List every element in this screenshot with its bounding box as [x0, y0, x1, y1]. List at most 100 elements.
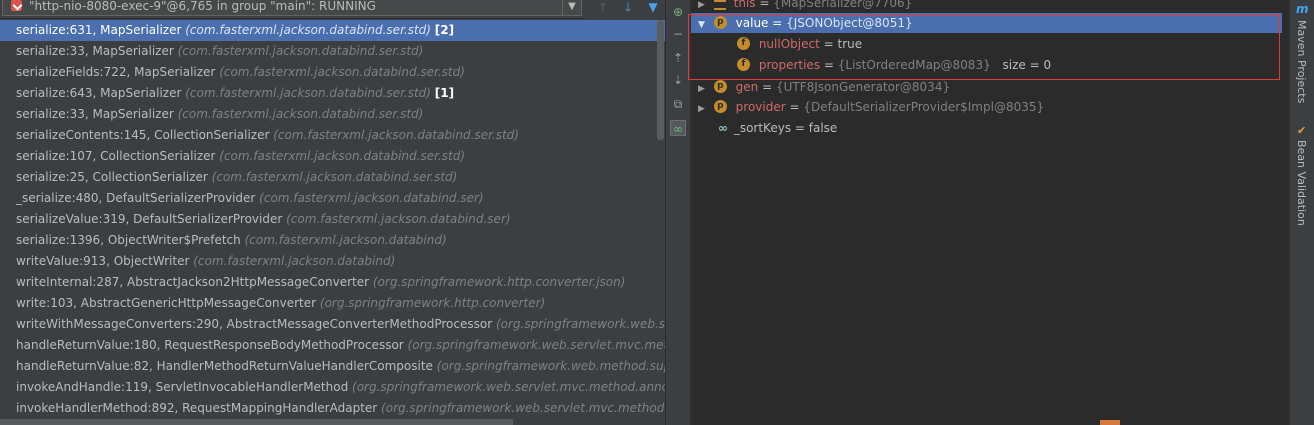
- watch-icon: ∞: [718, 121, 728, 135]
- frame-method: serialize:25, CollectionSerializer: [16, 170, 208, 184]
- bean-validation-tab[interactable]: Bean Validation: [1295, 140, 1308, 226]
- bean-validation-icon: ✔: [1297, 124, 1307, 137]
- chevron-down-icon[interactable]: ▼: [562, 0, 581, 15]
- frame-package: (org.springframework.http.converter): [319, 296, 546, 310]
- variable-name: this: [733, 0, 756, 10]
- frame-package: (org.springframework.web.servlet.mvc.met…: [407, 338, 665, 352]
- minus-icon[interactable]: −: [670, 26, 686, 42]
- frame-method: serializeFields:722, MapSerializer: [16, 65, 216, 79]
- frame-method: invokeAndHandle:119, ServletInvocableHan…: [16, 380, 349, 394]
- stack-frame-row[interactable]: serialize:25, CollectionSerializer (com.…: [0, 167, 665, 188]
- frame-method: serializeValue:319, DefaultSerializerPro…: [16, 212, 283, 226]
- frame-method: serialize:33, MapSerializer: [16, 107, 174, 121]
- stack-frame-row[interactable]: _serialize:480, DefaultSerializerProvide…: [0, 188, 665, 209]
- stack-frame-row[interactable]: writeValue:913, ObjectWriter (com.faster…: [0, 251, 665, 272]
- frame-package: (com.fasterxml.jackson.databind): [193, 254, 396, 268]
- frame-package: (com.fasterxml.jackson.databind): [244, 233, 447, 247]
- filter-icon[interactable]: ▼: [645, 0, 661, 16]
- stack-frame-row[interactable]: serialize:1396, ObjectWriter$Prefetch (c…: [0, 230, 665, 251]
- frame-package: (com.fasterxml.jackson.databind.ser): [286, 212, 511, 226]
- frame-package: (com.fasterxml.jackson.databind.ser.std): [177, 44, 424, 58]
- frame-package: (com.fasterxml.jackson.databind.ser.std): [185, 86, 431, 100]
- maven-projects-tab[interactable]: Maven Projects: [1295, 20, 1308, 103]
- right-tool-strip: m Maven Projects ✔ Bean Validation: [1289, 0, 1314, 425]
- frame-method: invokeHandlerMethod:892, RequestMappingH…: [16, 401, 378, 415]
- thread-bar: "http-nio-8080-exec-9"@6,765 in group "m…: [0, 0, 585, 19]
- frame-package: (org.springframework.http.converter.json…: [372, 275, 626, 289]
- stack-frame-row[interactable]: write:103, AbstractGenericHttpMessageCon…: [0, 293, 665, 314]
- frames-list: serialize:631, MapSerializer (com.faster…: [0, 20, 665, 419]
- frame-method: serialize:643, MapSerializer: [16, 86, 182, 100]
- frames-scrollbar[interactable]: [657, 20, 664, 140]
- running-thread-icon: [11, 0, 22, 11]
- variable-row-gen[interactable]: ▶ p gen = {UTF8JsonGenerator@8034}: [698, 77, 950, 97]
- stack-frame-row[interactable]: serialize:33, MapSerializer (com.fasterx…: [0, 104, 665, 125]
- frame-method: serialize:631, MapSerializer: [16, 23, 182, 37]
- stack-frame-row[interactable]: writeWithMessageConverters:290, Abstract…: [0, 314, 665, 335]
- copy-icon[interactable]: ⧉: [670, 96, 686, 112]
- glasses-icon[interactable]: ∞: [670, 120, 686, 136]
- frame-method: serialize:33, MapSerializer: [16, 44, 174, 58]
- expand-icon[interactable]: ▶: [698, 99, 710, 119]
- variable-row-this[interactable]: ▶ this = {MapSerializer@7706}: [698, 0, 912, 13]
- frame-package: (org.springframework.web.servlet.mvc.met…: [381, 401, 665, 415]
- stack-frame-row[interactable]: serialize:643, MapSerializer (com.faster…: [0, 83, 665, 104]
- highlight-annotation-box: [688, 14, 1280, 80]
- stack-frame-row[interactable]: invokeHandlerMethod:892, RequestMappingH…: [0, 398, 665, 419]
- stack-frame-row[interactable]: serialize:107, CollectionSerializer (com…: [0, 146, 665, 167]
- frame-method: write:103, AbstractGenericHttpMessageCon…: [16, 296, 317, 310]
- horizontal-scrollbar[interactable]: [0, 419, 513, 425]
- frame-package: (com.fasterxml.jackson.databind.ser.std): [211, 170, 458, 184]
- variable-value: {DefaultSerializerProvider$Impl@8035}: [803, 100, 1045, 114]
- arrow-down-icon[interactable]: ⇣: [670, 72, 686, 88]
- frame-package: (com.fasterxml.jackson.databind.ser.std): [219, 65, 465, 79]
- arrow-up-icon[interactable]: 🡑: [595, 0, 611, 16]
- frame-package: (com.fasterxml.jackson.databind.ser.std): [273, 128, 519, 142]
- stack-frame-row[interactable]: serialize:631, MapSerializer (com.faster…: [0, 20, 665, 41]
- thread-selector[interactable]: "http-nio-8080-exec-9"@6,765 in group "m…: [2, 0, 582, 16]
- maven-icon: m: [1296, 2, 1309, 16]
- frame-method: writeValue:913, ObjectWriter: [16, 254, 190, 268]
- frame-method: serialize:107, CollectionSerializer: [16, 149, 216, 163]
- stack-frame-row[interactable]: writeInternal:287, AbstractJackson2HttpM…: [0, 272, 665, 293]
- expand-icon[interactable]: ▶: [698, 79, 710, 99]
- tree-icon[interactable]: ⊕: [670, 4, 686, 20]
- thread-label: "http-nio-8080-exec-9"@6,765 in group "m…: [29, 0, 376, 13]
- recursion-depth-badge: [1]: [434, 86, 455, 100]
- frame-method: writeWithMessageConverters:290, Abstract…: [16, 317, 493, 331]
- stack-icon: [713, 0, 726, 10]
- stack-frame-row[interactable]: serializeFields:722, MapSerializer (com.…: [0, 62, 665, 83]
- arrow-up-icon[interactable]: ⇡: [670, 50, 686, 66]
- arrow-down-icon[interactable]: 🡓: [620, 0, 636, 16]
- frame-method: _serialize:480, DefaultSerializerProvide…: [16, 191, 256, 205]
- stack-frame-row[interactable]: serializeValue:319, DefaultSerializerPro…: [0, 209, 665, 230]
- frame-method: serializeContents:145, CollectionSeriali…: [16, 128, 270, 142]
- variable-name: gen: [735, 80, 759, 94]
- stack-frame-row[interactable]: serializeContents:145, CollectionSeriali…: [0, 125, 665, 146]
- status-marker: [1100, 420, 1120, 425]
- frame-method: handleReturnValue:180, RequestResponseBo…: [16, 338, 404, 352]
- variable-row-provider[interactable]: ▶ p provider = {DefaultSerializerProvide…: [698, 97, 1044, 117]
- frame-package: (org.springframework.web.method.suppo: [436, 359, 665, 373]
- variable-value: {MapSerializer@7706}: [773, 0, 913, 10]
- frame-method: serialize:1396, ObjectWriter$Prefetch: [16, 233, 241, 247]
- frame-package: (com.fasterxml.jackson.databind.ser.std): [177, 107, 424, 121]
- variable-value: {UTF8JsonGenerator@8034}: [775, 80, 951, 94]
- frame-package: (org.springframework.web.servlet.mvc.met…: [352, 380, 665, 394]
- stack-frame-row[interactable]: handleReturnValue:82, HandlerMethodRetur…: [0, 356, 665, 377]
- frame-method: writeInternal:287, AbstractJackson2HttpM…: [16, 275, 370, 289]
- variable-value: false: [808, 121, 838, 135]
- stack-frame-row[interactable]: serialize:33, MapSerializer (com.fasterx…: [0, 41, 665, 62]
- frame-method: handleReturnValue:82, HandlerMethodRetur…: [16, 359, 433, 373]
- frame-package: (com.fasterxml.jackson.databind.ser): [259, 191, 484, 205]
- stack-frame-row[interactable]: handleReturnValue:180, RequestResponseBo…: [0, 335, 665, 356]
- recursion-depth-badge: [2]: [434, 23, 455, 37]
- frame-package: (com.fasterxml.jackson.databind.ser.std): [185, 23, 431, 37]
- frame-package: (org.springframework.web.servl: [495, 317, 665, 331]
- frames-panel: "http-nio-8080-exec-9"@6,765 in group "m…: [0, 0, 665, 425]
- stack-frame-row[interactable]: invokeAndHandle:119, ServletInvocableHan…: [0, 377, 665, 398]
- variable-name: provider: [735, 100, 786, 114]
- frame-package: (com.fasterxml.jackson.databind.ser.std): [219, 149, 465, 163]
- variable-row-sortkeys[interactable]: ∞ _sortKeys = false: [716, 118, 837, 138]
- variable-name: _sortKeys: [733, 121, 792, 135]
